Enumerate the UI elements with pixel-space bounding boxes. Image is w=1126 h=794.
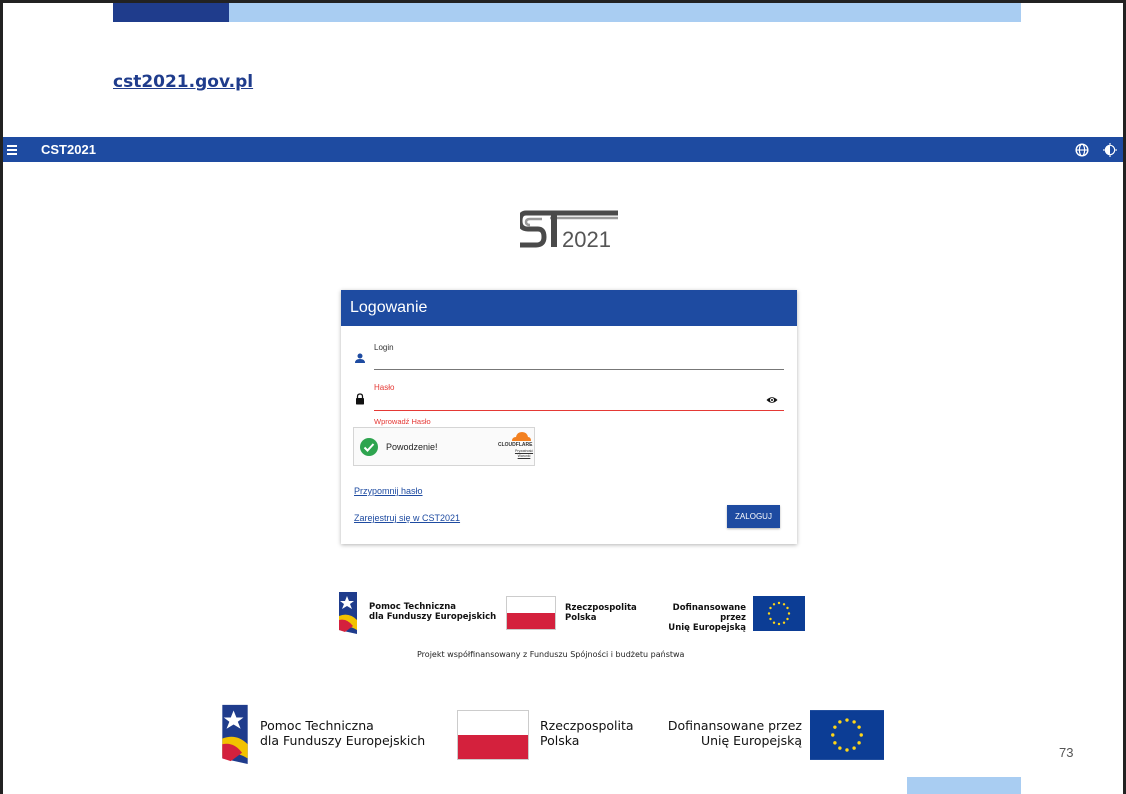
lock-icon — [356, 393, 364, 405]
password-error: Wprowadź Hasło — [374, 417, 431, 426]
bottom-accent-bar — [907, 777, 1021, 794]
cst2021-logo: 2021 — [520, 210, 618, 252]
top-accent-bar-dark — [113, 3, 229, 22]
fe-text-large: Pomoc Techniczna dla Funduszy Europejski… — [260, 718, 425, 748]
rp-text-large: Rzeczpospolita Polska — [540, 718, 634, 748]
hamburger-menu-icon[interactable] — [7, 144, 23, 155]
european-funds-logo — [339, 592, 357, 634]
login-button[interactable]: ZALOGUJ — [727, 505, 780, 528]
eu-text-large: Dofinansowane przez Unię Europejską — [660, 718, 802, 748]
rp-line1: Rzeczpospolita — [565, 603, 637, 613]
eye-icon[interactable] — [766, 394, 778, 406]
eu-flag-large — [810, 710, 884, 760]
cloudflare-brand: CLOUDFLARE — [498, 442, 533, 448]
rp-large-line1: Rzeczpospolita — [540, 718, 634, 733]
forgot-password-link[interactable]: Przypomnij hasło — [354, 486, 423, 496]
login-card: Logowanie Login Hasło Wprowadź Hasło Pow… — [341, 290, 797, 544]
password-input-underline — [374, 410, 784, 411]
cst-website-link[interactable]: cst2021.gov.pl — [113, 72, 253, 92]
login-heading: Logowanie — [350, 299, 428, 316]
european-funds-logo-large — [222, 704, 248, 764]
logo-year-text: 2021 — [562, 227, 611, 252]
password-label: Hasło — [374, 383, 395, 392]
funding-banner-small: Pomoc Techniczna dla Funduszy Europejski… — [335, 590, 496, 634]
app-bar: CST2021 — [3, 137, 1123, 162]
captcha-status: Powodzenie! — [386, 442, 438, 452]
fe-line2: dla Funduszy Europejskich — [369, 612, 497, 622]
eu-line2: Unię Europejską — [668, 623, 746, 633]
login-input-underline — [374, 369, 784, 370]
cloudflare-links[interactable]: Prywatność Warunki — [512, 449, 536, 459]
eu-large-line1: Dofinansowane przez — [667, 718, 802, 733]
login-label: Login — [374, 343, 394, 352]
polish-flag-small — [506, 596, 556, 630]
polish-flag-large — [457, 710, 529, 760]
project-note: Projekt współfinansowany z Funduszu Spój… — [417, 650, 685, 659]
rp-text-small: Rzeczpospolita Polska — [565, 603, 637, 623]
app-title: CST2021 — [41, 142, 96, 157]
fe-line1: Pomoc Techniczna — [369, 602, 457, 612]
cloudflare-cloud-icon — [512, 432, 531, 441]
eu-text-small: Dofinansowane przez Unię Europejską — [650, 603, 746, 633]
eu-flag-small — [753, 596, 805, 631]
fe-large-line2: dla Funduszy Europejskich — [260, 733, 426, 748]
register-link[interactable]: Zarejestruj się w CST2021 — [354, 513, 460, 523]
eu-line1: Dofinansowane przez — [672, 603, 746, 623]
page-number: 73 — [1059, 745, 1074, 760]
cloudflare-captcha[interactable]: Powodzenie! CLOUDFLARE Prywatność Warunk… — [353, 427, 535, 466]
top-accent-bar-light — [229, 3, 1021, 22]
success-check-icon — [360, 438, 378, 456]
eu-large-line2: Unię Europejską — [700, 733, 802, 748]
contrast-icon[interactable] — [1103, 142, 1117, 157]
rp-large-line2: Polska — [540, 733, 580, 748]
globe-icon[interactable] — [1075, 142, 1089, 157]
password-input[interactable] — [374, 392, 759, 408]
fe-large-line1: Pomoc Techniczna — [260, 718, 374, 733]
person-icon — [355, 353, 365, 363]
login-input[interactable] — [374, 352, 784, 368]
login-card-header: Logowanie — [341, 290, 797, 326]
rp-line2: Polska — [565, 613, 597, 623]
